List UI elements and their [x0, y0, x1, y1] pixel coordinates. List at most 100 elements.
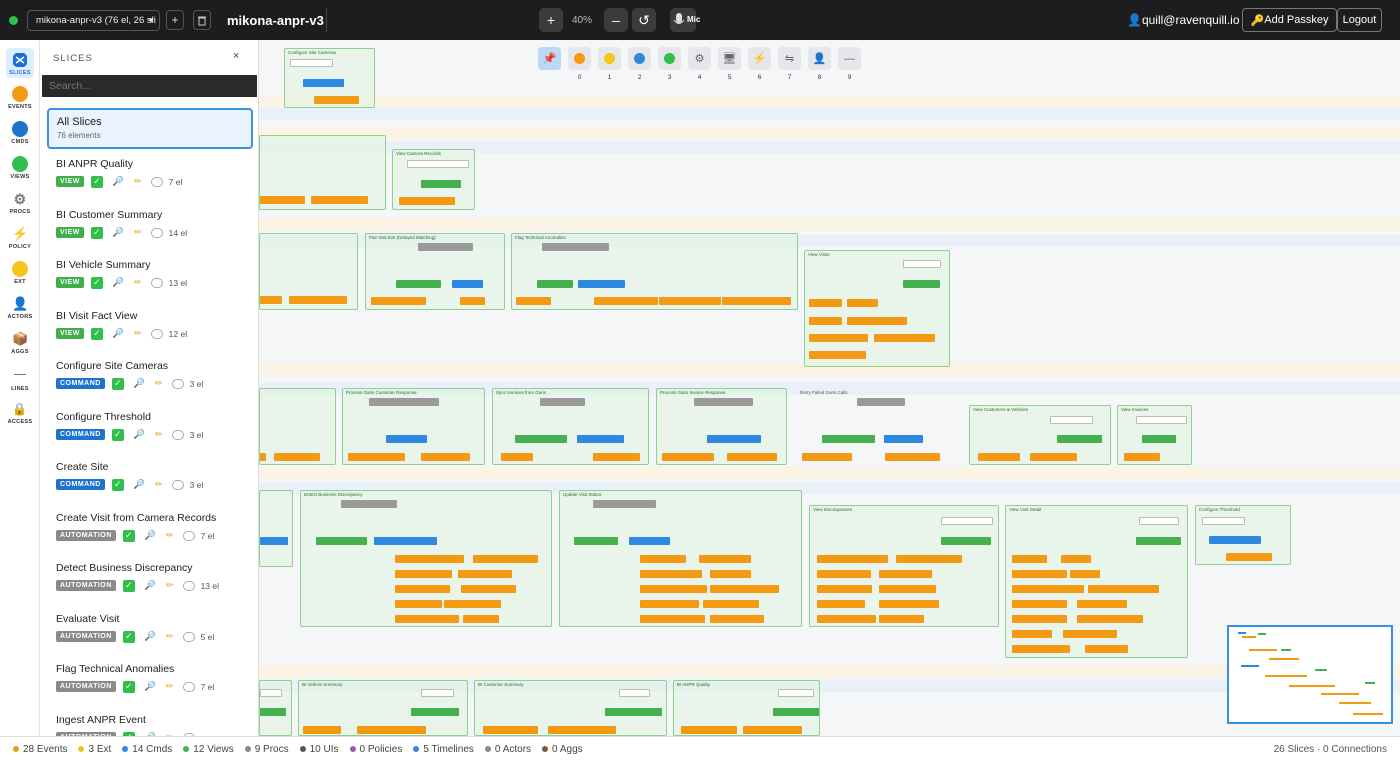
ext-icon[interactable] [598, 47, 621, 70]
event-node[interactable] [444, 600, 501, 608]
view-node[interactable] [1136, 537, 1181, 545]
view-node[interactable] [773, 708, 819, 716]
event-node[interactable] [879, 570, 932, 578]
view-node[interactable] [1057, 435, 1102, 443]
view-node[interactable] [605, 708, 662, 716]
event-node[interactable] [710, 585, 779, 593]
processor-node[interactable] [540, 398, 585, 406]
slice-box[interactable]: Pair Visit Exit (Delayed Matching) [365, 233, 505, 310]
event-node[interactable] [303, 726, 341, 734]
event-node[interactable] [710, 570, 751, 578]
check-icon[interactable]: ✓ [111, 377, 124, 390]
event-node[interactable] [1085, 645, 1128, 653]
command-node[interactable] [578, 280, 625, 288]
comment-icon[interactable] [150, 227, 163, 238]
comment-icon[interactable] [182, 530, 195, 541]
ui-node[interactable] [778, 689, 814, 697]
pencil-icon[interactable]: ✏ [134, 328, 142, 339]
view-node[interactable] [574, 537, 618, 545]
search-icon[interactable]: 🔎 [145, 681, 156, 692]
event-node[interactable] [1124, 453, 1160, 461]
view-node[interactable] [537, 280, 573, 288]
add-passkey-button[interactable]: 🔑 Add Passkey [1242, 8, 1337, 32]
command-node[interactable] [386, 435, 427, 443]
slice-list-item[interactable]: Detect Business Discrepancy AUTOMATION ✓ 🔎 ✏… [56, 562, 256, 592]
slice-box[interactable]: BI ANPR Quality [673, 680, 820, 736]
event-node[interactable] [483, 726, 538, 734]
processor-node[interactable] [542, 243, 609, 251]
zoom-in-button[interactable]: + [539, 8, 563, 32]
event-node[interactable] [703, 600, 759, 608]
comment-icon[interactable] [182, 631, 195, 642]
comment-icon[interactable] [182, 580, 195, 591]
processor-node[interactable] [418, 243, 473, 251]
slice-box[interactable]: View Visits [804, 250, 950, 367]
rail-actors[interactable]: 👤 ACTORS [0, 296, 40, 320]
ui-node[interactable] [1202, 517, 1245, 525]
comment-icon[interactable] [150, 328, 163, 339]
event-node[interactable] [722, 297, 791, 305]
event-node[interactable] [593, 453, 640, 461]
slice-box[interactable]: Configure Threshold [1195, 505, 1291, 565]
slice-box[interactable] [259, 135, 386, 210]
event-node[interactable] [640, 570, 702, 578]
event-node[interactable] [461, 585, 516, 593]
event-node[interactable] [260, 296, 282, 304]
slice-box[interactable]: Detect Business Discrepancy [300, 490, 552, 627]
view-node[interactable] [316, 537, 367, 545]
event-node[interactable] [260, 453, 266, 461]
view-node[interactable] [515, 435, 567, 443]
check-icon[interactable]: ✓ [111, 478, 124, 491]
pencil-icon[interactable]: ✏ [155, 479, 163, 490]
slice-box[interactable]: Retry Failed Garis Calls [796, 388, 962, 465]
event-node[interactable] [311, 196, 368, 204]
ui-node[interactable] [619, 689, 650, 697]
slice-list-item[interactable]: Create Site COMMAND ✓ 🔎 ✏ 3 el [56, 461, 256, 491]
event-node[interactable] [399, 197, 455, 205]
processor-node[interactable] [341, 500, 397, 508]
event-node[interactable] [395, 570, 452, 578]
view-node[interactable] [822, 435, 875, 443]
event-node[interactable] [879, 615, 924, 623]
ui-node[interactable] [903, 260, 941, 268]
slices-icon[interactable]: ⇋ [778, 47, 801, 70]
slice-box[interactable]: View Customers & Vehicles [969, 405, 1111, 465]
event-node[interactable] [978, 453, 1020, 461]
event-node[interactable] [817, 555, 888, 563]
event-node[interactable] [395, 600, 442, 608]
event-node[interactable] [501, 453, 533, 461]
event-node[interactable] [460, 297, 485, 305]
event-node[interactable] [640, 585, 707, 593]
pencil-icon[interactable]: ✏ [134, 227, 142, 238]
slice-list-item[interactable]: Configure Site Cameras COMMAND ✓ 🔎 ✏ 3 el [56, 360, 256, 390]
rail-cmds[interactable]: CMDS [0, 121, 40, 145]
search-icon[interactable]: 🔎 [134, 479, 145, 490]
slice-list-item[interactable]: Flag Technical Anomalies AUTOMATION ✓ 🔎 ✏ 7 e… [56, 663, 256, 693]
event-node[interactable] [699, 555, 751, 563]
event-node[interactable] [896, 555, 962, 563]
logout-button[interactable]: Logout [1337, 8, 1382, 32]
all-slices-item[interactable]: All Slices 76 elements [47, 108, 253, 149]
check-icon[interactable]: ✓ [122, 529, 135, 542]
command-node[interactable] [577, 435, 624, 443]
slice-box[interactable] [259, 490, 293, 567]
rail-slices[interactable]: SLICES [6, 48, 34, 78]
event-node[interactable] [809, 317, 842, 325]
event-node[interactable] [260, 196, 305, 204]
slice-box[interactable]: View Visit Detail [1005, 505, 1188, 658]
event-node[interactable] [395, 585, 450, 593]
pencil-icon[interactable]: ✏ [166, 681, 174, 692]
event-node[interactable] [885, 453, 940, 461]
command-node[interactable] [374, 537, 437, 545]
event-node[interactable] [879, 600, 939, 608]
slice-box[interactable] [259, 680, 292, 736]
pencil-icon[interactable]: ✏ [155, 429, 163, 440]
rail-lines[interactable]: LINES [0, 368, 40, 392]
ui-node[interactable] [260, 689, 282, 697]
comment-icon[interactable] [171, 429, 184, 440]
board-select[interactable]: mikona-anpr-v3 (76 el, 26 sli ▼ [27, 10, 160, 31]
event-node[interactable] [1012, 585, 1084, 593]
slice-list-item[interactable]: Create Visit from Camera Records AUTOMATI… [56, 512, 256, 542]
rail-procs[interactable]: ⚙ PROCS [0, 191, 40, 215]
slice-list-item[interactable]: Evaluate Visit AUTOMATION ✓ 🔎 ✏ 5 el [56, 613, 256, 643]
